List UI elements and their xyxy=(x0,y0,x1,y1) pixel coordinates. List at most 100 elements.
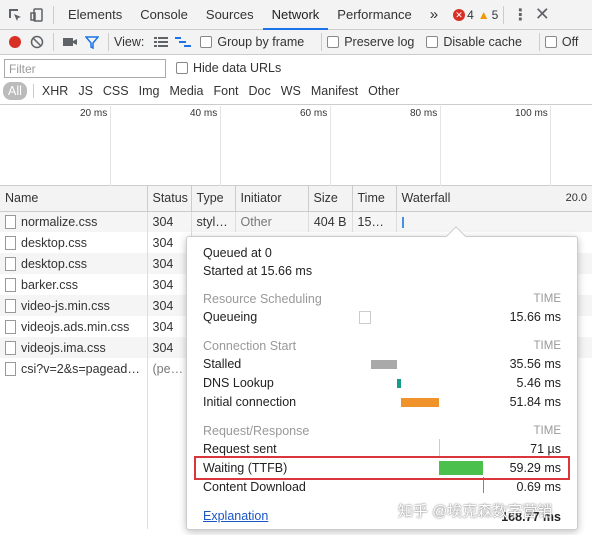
divider xyxy=(321,33,323,51)
column-header-name[interactable]: Name xyxy=(0,186,148,212)
group-by-frame-label: Group by frame xyxy=(217,35,305,49)
file-name: csi?v=2&s=pagead… xyxy=(21,361,140,376)
column-header-waterfall[interactable]: Waterfall xyxy=(396,186,501,212)
preserve-log-label: Preserve log xyxy=(344,35,415,49)
divider xyxy=(53,5,54,24)
empty-cell xyxy=(147,379,192,529)
checkbox[interactable] xyxy=(200,36,213,48)
checkbox[interactable] xyxy=(327,36,340,48)
tab-network[interactable]: Network xyxy=(262,0,329,30)
overview-waterfall-icon[interactable] xyxy=(172,31,194,53)
checkbox[interactable] xyxy=(426,36,439,48)
tab-elements[interactable]: Elements xyxy=(59,0,131,30)
warning-icon: ▲ xyxy=(477,7,490,22)
filter-funnel-icon[interactable] xyxy=(81,31,103,53)
type-filter-js[interactable]: JS xyxy=(74,82,97,100)
inspect-element-icon[interactable] xyxy=(4,4,26,26)
type-filter-other[interactable]: Other xyxy=(364,82,403,100)
type-filter-css[interactable]: CSS xyxy=(99,82,133,100)
type-filter-all[interactable]: All xyxy=(3,82,27,100)
checkbox[interactable] xyxy=(176,62,188,74)
timing-row-dns-lookup: DNS Lookup 5.46 ms xyxy=(203,376,561,390)
network-toolbar: View: Group by frame Preserve log Disabl… xyxy=(0,30,592,55)
type-filter-font[interactable]: Font xyxy=(210,82,243,100)
queued-at-text: Queued at 0 xyxy=(203,246,272,260)
divider xyxy=(108,33,109,51)
kebab-menu-icon[interactable]: ⋮ xyxy=(509,4,531,26)
screenshot-camera-icon[interactable] xyxy=(59,31,81,53)
divider xyxy=(538,33,540,51)
column-header-type[interactable]: Type xyxy=(191,186,236,212)
overview-gridline: 80 ms xyxy=(410,106,441,186)
name-cell: videojs.ima.css xyxy=(0,337,148,358)
type-filter-img[interactable]: Img xyxy=(135,82,164,100)
status-cell: 304 xyxy=(147,316,192,337)
stalled-bar xyxy=(371,360,397,369)
hide-data-urls-label: Hide data URLs xyxy=(193,61,282,75)
record-icon[interactable] xyxy=(4,31,26,53)
name-cell: desktop.css xyxy=(0,232,148,253)
file-icon xyxy=(5,277,16,292)
file-name: videojs.ima.css xyxy=(21,340,106,355)
section-connection-start: Connection Start TIME xyxy=(203,339,561,353)
checkbox[interactable] xyxy=(544,36,557,48)
tick-label: 20 ms xyxy=(80,108,108,119)
type-filter-xhr[interactable]: XHR xyxy=(38,82,72,100)
file-name: video-js.min.css xyxy=(21,298,110,313)
issue-counter[interactable]: ✕ 4 ▲ 5 xyxy=(453,8,498,22)
group-by-frame-checkbox[interactable]: Group by frame xyxy=(200,35,304,49)
timing-row-queueing: Queueing 15.66 ms xyxy=(203,310,561,324)
column-header-size[interactable]: Size xyxy=(308,186,353,212)
type-cell: styl… xyxy=(191,211,236,232)
file-name: desktop.css xyxy=(21,235,88,250)
file-name: normalize.css xyxy=(21,214,98,229)
tick-label: 40 ms xyxy=(190,108,218,119)
tab-performance[interactable]: Performance xyxy=(328,0,420,30)
explanation-link[interactable]: Explanation xyxy=(203,509,268,523)
resource-type-filters: All XHR JS CSS Img Media Font Doc WS Man… xyxy=(3,82,405,100)
offline-label: Off xyxy=(561,35,579,49)
clear-icon[interactable] xyxy=(26,31,48,53)
overview-gridline: 40 ms xyxy=(190,106,221,186)
divider xyxy=(32,84,34,98)
ttfb-highlight-box xyxy=(194,456,570,480)
waterfall-bar[interactable] xyxy=(401,216,404,228)
status-cell: 304 xyxy=(147,232,192,253)
type-filter-doc[interactable]: Doc xyxy=(245,82,275,100)
type-filter-manifest[interactable]: Manifest xyxy=(307,82,362,100)
column-header-status[interactable]: Status xyxy=(147,186,192,212)
name-cell: barker.css xyxy=(0,274,148,295)
tick-label: 100 ms xyxy=(515,108,548,119)
warning-count: 5 xyxy=(491,7,499,22)
initial-connection-bar xyxy=(401,398,439,407)
offline-checkbox[interactable]: Off xyxy=(544,35,579,49)
file-name: barker.css xyxy=(21,277,78,292)
table-row[interactable]: normalize.css 304 styl… Other 404 B 153… xyxy=(0,211,592,232)
initiator-cell: Other xyxy=(235,211,309,232)
timeline-overview[interactable]: 20 ms 40 ms 60 ms 80 ms 100 ms xyxy=(0,106,592,186)
column-header-initiator[interactable]: Initiator xyxy=(235,186,309,212)
preserve-log-checkbox[interactable]: Preserve log xyxy=(327,35,414,49)
name-cell: desktop.css xyxy=(0,253,148,274)
filter-input[interactable] xyxy=(4,59,166,78)
tick-label: 60 ms xyxy=(300,108,328,119)
large-rows-icon[interactable] xyxy=(150,31,172,53)
column-header-time[interactable]: Time xyxy=(352,186,397,212)
waterfall-scale-label: 20.0 xyxy=(501,186,592,212)
tab-console[interactable]: Console xyxy=(131,0,197,30)
hide-data-urls-checkbox[interactable]: Hide data URLs xyxy=(176,61,281,75)
type-filter-media[interactable]: Media xyxy=(165,82,207,100)
request-sent-marker xyxy=(439,439,440,457)
disable-cache-checkbox[interactable]: Disable cache xyxy=(426,35,522,49)
overview-gridline: 100 ms xyxy=(515,106,551,186)
more-tabs-button[interactable]: » xyxy=(421,0,447,30)
file-icon xyxy=(5,256,16,271)
time-cell: 153… xyxy=(352,211,397,232)
overview-gridline: 60 ms xyxy=(300,106,331,186)
file-icon xyxy=(5,361,16,376)
type-filter-ws[interactable]: WS xyxy=(277,82,305,100)
device-toolbar-icon[interactable] xyxy=(26,4,48,26)
file-name: desktop.css xyxy=(21,256,88,271)
tab-sources[interactable]: Sources xyxy=(197,0,263,30)
close-icon[interactable]: ✕ xyxy=(531,4,553,26)
